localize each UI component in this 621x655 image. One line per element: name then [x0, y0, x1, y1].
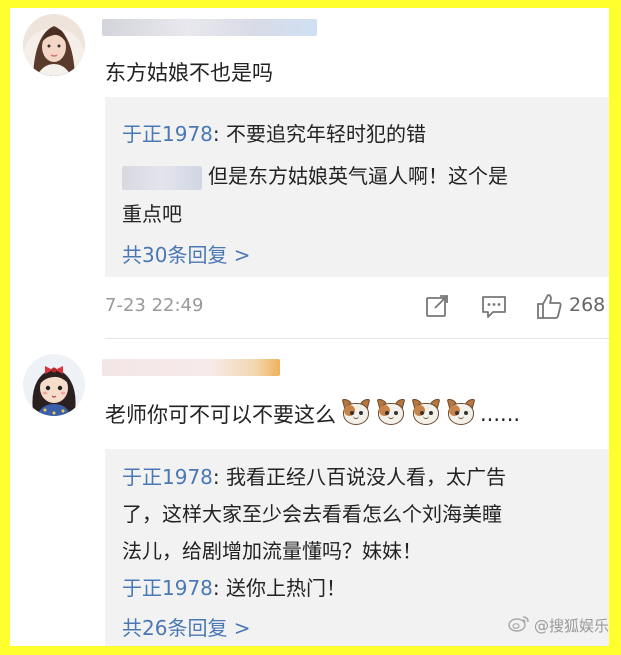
watermark: @搜狐娱乐 [508, 614, 609, 636]
username-blurred[interactable] [102, 359, 280, 376]
timestamp: 7-23 22:49 [105, 295, 204, 316]
share-icon[interactable] [423, 292, 451, 320]
reply-separator: : [212, 576, 227, 600]
reply-separator: : [212, 465, 227, 489]
comment-meta: 7-23 22:49 268 [105, 292, 609, 322]
like-icon[interactable] [535, 292, 563, 320]
like-count: 268 [569, 294, 606, 316]
reply-item: 于正1978: 送你上热门！ [122, 573, 346, 603]
more-replies-link[interactable]: 共26条回复 > [122, 613, 251, 643]
reply-author[interactable]: 于正1978 [122, 465, 213, 489]
divider [105, 338, 609, 339]
reply-separator: : [212, 122, 227, 146]
reply-text: 我看正经八百说没人看，太广告 [226, 465, 507, 489]
reply-author[interactable]: 于正1978 [122, 122, 213, 146]
cat-emoji-icon [376, 399, 406, 429]
reply-text: 不要追究年轻时犯的错 [226, 122, 427, 146]
reply-item: 但是东方姑娘英气逼人啊！这个是 [122, 161, 508, 191]
reply-item: 于正1978: 我看正经八百说没人看，太广告 [122, 462, 506, 492]
ellipsis: ...... [480, 402, 521, 426]
comment-text: 老师你可不可以不要这么 ...... [105, 399, 520, 429]
reply-text-continued: 了，这样大家至少会去看看怎么个刘海美瞳 [122, 502, 502, 526]
reply-text-continued: 法儿，给剧增加流量懂吗？妹妹！ [122, 539, 422, 563]
more-replies-link[interactable]: 共30条回复 > [122, 240, 251, 270]
username-blurred[interactable] [102, 19, 317, 36]
screenshot-frame: 东方姑娘不也是吗 于正1978: 不要追究年轻时犯的错 但是东方姑娘英气逼人啊！… [10, 8, 609, 646]
reply-text-continued: 重点吧 [122, 202, 182, 226]
avatar[interactable] [23, 354, 85, 416]
reply-author[interactable]: 于正1978 [122, 576, 213, 600]
cat-emoji-icon [446, 399, 476, 429]
comment-icon[interactable] [480, 292, 508, 320]
cat-emoji-icon [411, 399, 441, 429]
reply-author-blurred[interactable] [122, 165, 202, 190]
reply-item: 于正1978: 不要追究年轻时犯的错 [122, 119, 426, 149]
comment-text: 东方姑娘不也是吗 [105, 61, 273, 85]
cat-emoji-icon [341, 399, 371, 429]
watermark-text: @搜狐娱乐 [533, 616, 609, 635]
reply-text: 送你上热门！ [226, 576, 347, 600]
avatar[interactable] [23, 14, 85, 76]
comment-text-content: 老师你可不可以不要这么 [105, 403, 336, 427]
reply-text: 但是东方姑娘英气逼人啊！这个是 [208, 164, 508, 188]
reply-box[interactable]: 于正1978: 不要追究年轻时犯的错 但是东方姑娘英气逼人啊！这个是 重点吧 共… [105, 97, 609, 277]
weibo-icon [508, 614, 530, 636]
